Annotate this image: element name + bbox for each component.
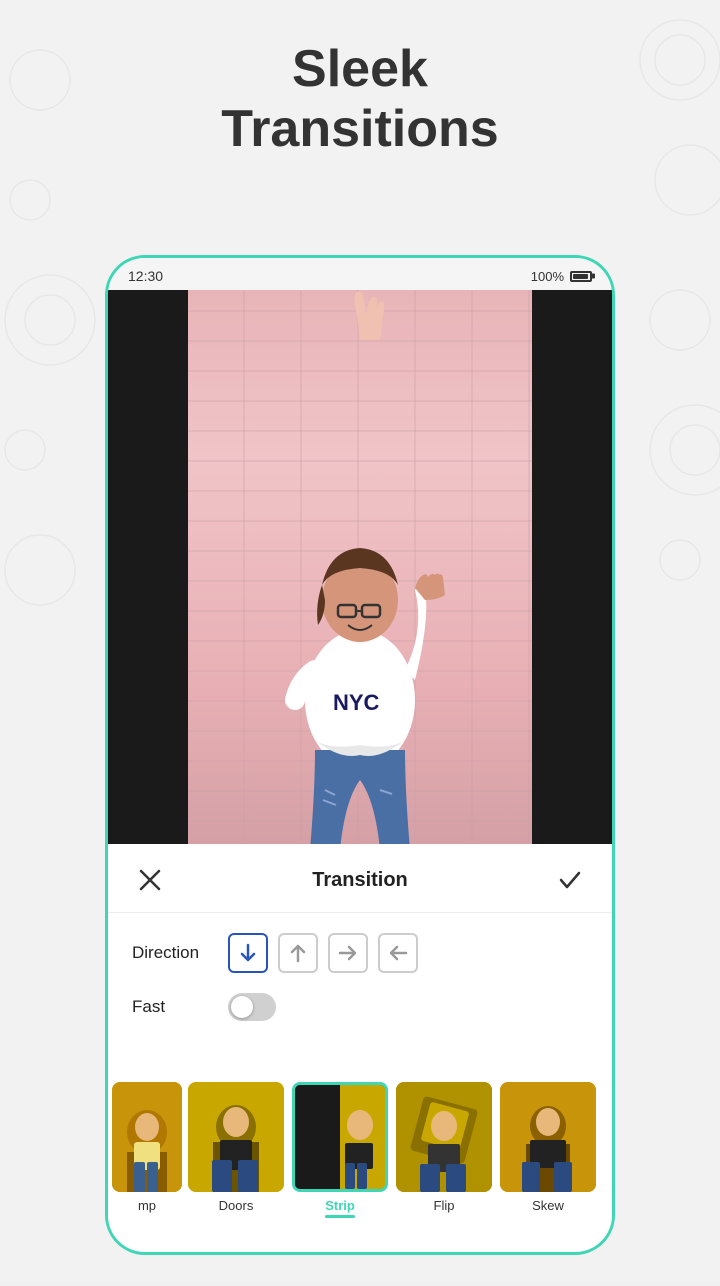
thumb-item-flip[interactable]: Flip — [394, 1082, 494, 1213]
hand-top — [330, 290, 390, 340]
thumb-item-skew[interactable]: Skew — [498, 1082, 598, 1213]
thumb-label-strip: Strip — [325, 1198, 355, 1218]
main-title: Sleek Transitions — [0, 40, 720, 160]
fast-label: Fast — [132, 997, 212, 1017]
person-figure: NYC — [260, 420, 460, 850]
thumb-img-skew — [500, 1082, 596, 1192]
fast-toggle[interactable] — [228, 993, 276, 1021]
transition-header: Transition — [108, 844, 612, 913]
thumb-img-doors — [188, 1082, 284, 1192]
svg-text:NYC: NYC — [333, 690, 380, 715]
thumbnail-strip: mp Doors — [108, 1072, 612, 1252]
transition-title: Transition — [312, 869, 408, 892]
cancel-button[interactable] — [132, 862, 168, 898]
battery-percent: 100% — [531, 269, 564, 284]
thumb-label-doors: Doors — [219, 1198, 254, 1213]
direction-right-button[interactable] — [328, 933, 368, 973]
thumb-img-strip — [292, 1082, 388, 1192]
thumb-label-bump: mp — [138, 1198, 156, 1213]
black-bar-left — [108, 290, 188, 850]
thumb-img-flip — [396, 1082, 492, 1192]
thumb-item-bump[interactable]: mp — [112, 1082, 182, 1213]
confirm-button[interactable] — [552, 862, 588, 898]
thumb-label-skew: Skew — [532, 1198, 564, 1213]
photo-center: NYC — [188, 290, 532, 850]
title-area: Sleek Transitions — [0, 40, 720, 160]
thumb-item-doors[interactable]: Doors — [186, 1082, 286, 1213]
panel-area: Transition Direction — [108, 844, 612, 1252]
direction-row: Direction — [108, 913, 612, 981]
status-time: 12:30 — [128, 268, 163, 284]
toggle-knob — [231, 996, 253, 1018]
direction-buttons — [228, 933, 418, 973]
thumb-img-bump — [112, 1082, 182, 1192]
thumb-item-strip[interactable]: Strip — [290, 1082, 390, 1218]
direction-up-button[interactable] — [278, 933, 318, 973]
black-bar-right — [532, 290, 612, 850]
thumb-label-flip: Flip — [434, 1198, 455, 1213]
phone-frame: 12:30 100% — [105, 255, 615, 1255]
direction-down-button[interactable] — [228, 933, 268, 973]
fast-row: Fast — [108, 981, 612, 1033]
battery-icon — [570, 271, 592, 282]
video-area: NYC — [108, 290, 612, 850]
status-right: 100% — [531, 269, 592, 284]
status-bar: 12:30 100% — [108, 258, 612, 290]
direction-left-button[interactable] — [378, 933, 418, 973]
direction-label: Direction — [132, 943, 212, 963]
